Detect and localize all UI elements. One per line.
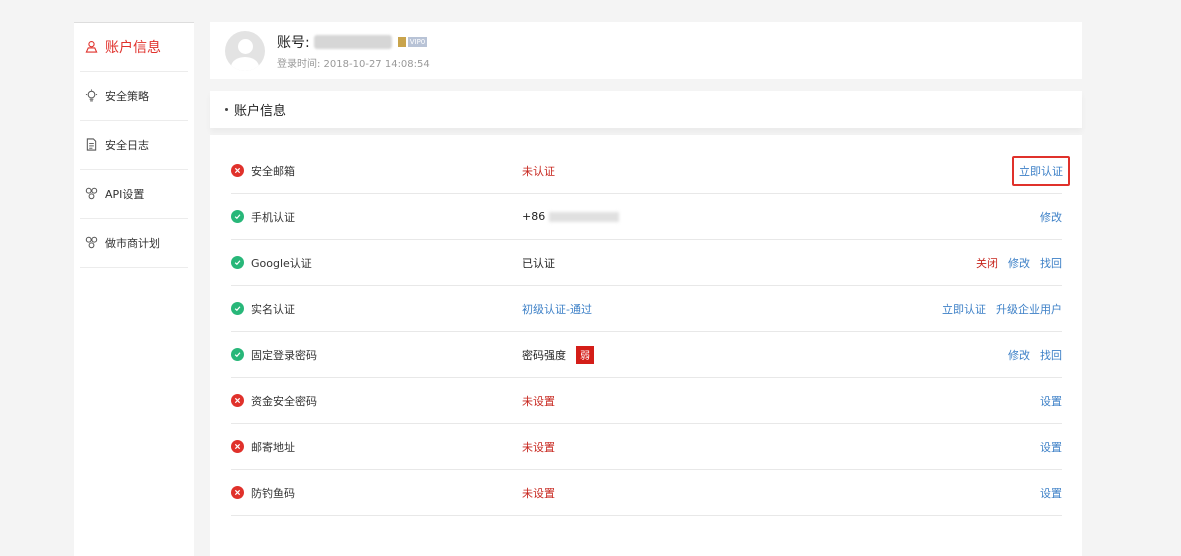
- verify-now-button[interactable]: 立即认证: [1012, 155, 1070, 186]
- modify-button[interactable]: 修改: [1008, 347, 1030, 363]
- account-header: 账号: VIP0 登录时间: 2018-10-27 14:08:54: [210, 22, 1082, 79]
- upgrade-enterprise-button[interactable]: 升级企业用户: [996, 301, 1062, 317]
- check-icon: [231, 256, 244, 269]
- account-id-redacted: [313, 34, 392, 49]
- row-value: 未设置: [522, 394, 555, 408]
- document-icon: [85, 138, 99, 152]
- row-value: 已认证: [522, 256, 555, 270]
- row-label: 固定登录密码: [251, 348, 317, 362]
- row-actions: 关闭 修改 找回: [966, 255, 1062, 271]
- table-row: 固定登录密码 密码强度 弱 修改 找回: [231, 332, 1062, 378]
- bullet-icon: [225, 108, 228, 111]
- vip-badge: VIP0: [397, 36, 428, 47]
- account-line: 账号: VIP0: [277, 32, 430, 52]
- crown-icon: [397, 36, 406, 47]
- row-value: +86: [522, 210, 620, 223]
- section-header: 账户信息: [210, 91, 1082, 128]
- strength-badge: 弱: [576, 345, 594, 364]
- security-settings-list: 安全邮箱 未认证 立即认证 手机认证 +86 修改 Google认证 已认证 关…: [210, 135, 1082, 556]
- table-row: Google认证 已认证 关闭 修改 找回: [231, 240, 1062, 286]
- avatar: [225, 30, 265, 71]
- phone-number-redacted: [549, 211, 620, 222]
- row-label: 安全邮箱: [251, 164, 295, 178]
- row-label: 手机认证: [251, 210, 295, 224]
- row-value: 初级认证-通过: [522, 302, 592, 316]
- row-label: 邮寄地址: [251, 440, 295, 454]
- login-time: 登录时间: 2018-10-27 14:08:54: [277, 58, 430, 70]
- check-icon: [231, 302, 244, 315]
- user-icon: [85, 40, 99, 54]
- sidebar-item-security-log[interactable]: 安全日志: [80, 121, 188, 170]
- vip-level: VIP0: [407, 36, 428, 47]
- sidebar-item-account-info[interactable]: 账户信息: [80, 23, 188, 72]
- set-button[interactable]: 设置: [1040, 439, 1062, 455]
- row-actions: 设置: [1030, 393, 1062, 409]
- account-label: 账号:: [277, 34, 310, 51]
- check-icon: [231, 348, 244, 361]
- row-actions: 修改 找回: [998, 347, 1062, 363]
- row-label: Google认证: [251, 256, 312, 270]
- modify-button[interactable]: 修改: [1040, 209, 1062, 225]
- check-icon: [231, 210, 244, 223]
- table-row: 防钓鱼码 未设置 设置: [231, 470, 1062, 516]
- row-value: 未设置: [522, 440, 555, 454]
- row-value: 密码强度 弱: [522, 345, 594, 364]
- sidebar-item-label: 安全日志: [105, 139, 149, 152]
- row-value: 未设置: [522, 486, 555, 500]
- sidebar-item-security-policy[interactable]: 安全策略: [80, 72, 188, 121]
- row-actions: 立即认证: [1002, 155, 1070, 186]
- row-label: 防钓鱼码: [251, 486, 295, 500]
- row-actions: 设置: [1030, 439, 1062, 455]
- row-actions: 立即认证 升级企业用户: [932, 301, 1062, 317]
- table-row: 实名认证 初级认证-通过 立即认证 升级企业用户: [231, 286, 1062, 332]
- section-title: 账户信息: [234, 104, 287, 119]
- sidebar-item-label: 做市商计划: [105, 237, 160, 250]
- table-row: 安全邮箱 未认证 立即认证: [231, 148, 1070, 194]
- bulb-icon: [85, 89, 99, 103]
- recover-button[interactable]: 找回: [1040, 255, 1062, 271]
- sidebar: 账户信息 安全策略 安全日志 API设置 做市商计划: [74, 22, 194, 556]
- sidebar-item-label: 账户信息: [105, 40, 161, 56]
- row-label: 资金安全密码: [251, 394, 317, 408]
- account-summary: 账号: VIP0 登录时间: 2018-10-27 14:08:54: [277, 32, 430, 70]
- sidebar-item-api-settings[interactable]: API设置: [80, 170, 188, 219]
- sidebar-item-label: API设置: [105, 188, 145, 201]
- link-icon: [85, 187, 99, 201]
- row-label: 实名认证: [251, 302, 295, 316]
- modify-button[interactable]: 修改: [1008, 255, 1030, 271]
- row-actions: 设置: [1030, 485, 1062, 501]
- error-icon: [231, 440, 244, 453]
- table-row: 资金安全密码 未设置 设置: [231, 378, 1062, 424]
- sidebar-item-market-maker[interactable]: 做市商计划: [80, 219, 188, 268]
- row-value: 未认证: [522, 164, 555, 178]
- verify-now-button[interactable]: 立即认证: [942, 301, 986, 317]
- link-icon: [85, 236, 99, 250]
- table-row: 邮寄地址 未设置 设置: [231, 424, 1062, 470]
- error-icon: [231, 164, 244, 177]
- set-button[interactable]: 设置: [1040, 485, 1062, 501]
- close-button[interactable]: 关闭: [976, 255, 998, 271]
- table-row: 手机认证 +86 修改: [231, 194, 1062, 240]
- row-actions: 修改: [1030, 209, 1062, 225]
- error-icon: [231, 394, 244, 407]
- password-strength-label: 密码强度: [522, 348, 566, 362]
- sidebar-item-label: 安全策略: [105, 90, 149, 103]
- recover-button[interactable]: 找回: [1040, 347, 1062, 363]
- set-button[interactable]: 设置: [1040, 393, 1062, 409]
- phone-prefix: +86: [522, 210, 546, 223]
- error-icon: [231, 486, 244, 499]
